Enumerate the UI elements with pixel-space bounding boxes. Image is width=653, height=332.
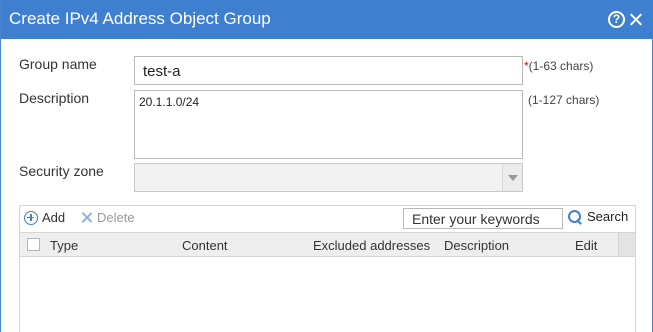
- title-icons: ?: [608, 11, 644, 28]
- add-label: Add: [42, 210, 66, 225]
- security-zone-select[interactable]: [134, 163, 523, 192]
- address-table: Add Delete Enter your keywords Search Ty…: [19, 205, 636, 332]
- create-address-group-dialog: Create IPv4 Address Object Group ? Group…: [0, 0, 653, 332]
- group-name-hint-text: (1-63 chars): [528, 59, 594, 73]
- group-name-hint: *(1-63 chars): [524, 59, 593, 73]
- dialog-title: Create IPv4 Address Object Group: [9, 9, 271, 28]
- description-textarea[interactable]: 20.1.1.0/24: [134, 90, 523, 159]
- column-header-description[interactable]: Description: [444, 238, 509, 253]
- dialog-titlebar: Create IPv4 Address Object Group ?: [1, 0, 653, 39]
- delete-label: Delete: [97, 210, 135, 225]
- delete-button[interactable]: Delete: [80, 210, 135, 225]
- group-name-input[interactable]: test-a: [134, 56, 523, 85]
- close-icon[interactable]: [627, 11, 644, 28]
- select-all-checkbox[interactable]: [27, 238, 40, 251]
- description-label: Description: [19, 90, 90, 106]
- search-button[interactable]: Search: [568, 209, 628, 224]
- description-hint: (1-127 chars): [528, 93, 600, 107]
- search-icon: [568, 209, 582, 224]
- table-body: [20, 257, 635, 332]
- table-header: Type Content Excluded addresses Descript…: [20, 232, 635, 257]
- column-header-edit: Edit: [575, 238, 598, 253]
- group-name-label: Group name: [19, 56, 97, 72]
- search-label: Search: [587, 209, 629, 224]
- column-header-content[interactable]: Content: [182, 238, 228, 253]
- chevron-down-icon[interactable]: [502, 164, 522, 191]
- security-zone-label: Security zone: [19, 163, 104, 179]
- column-header-excluded[interactable]: Excluded addresses: [313, 238, 430, 253]
- search-input[interactable]: Enter your keywords: [403, 208, 563, 229]
- add-button[interactable]: Add: [24, 210, 65, 225]
- column-header-type[interactable]: Type: [50, 238, 78, 253]
- help-icon[interactable]: ?: [608, 11, 625, 28]
- add-icon: [24, 210, 38, 225]
- table-toolbar: Add Delete Enter your keywords Search: [20, 206, 635, 233]
- scrollbar-header: [618, 233, 635, 256]
- delete-icon: [80, 211, 93, 224]
